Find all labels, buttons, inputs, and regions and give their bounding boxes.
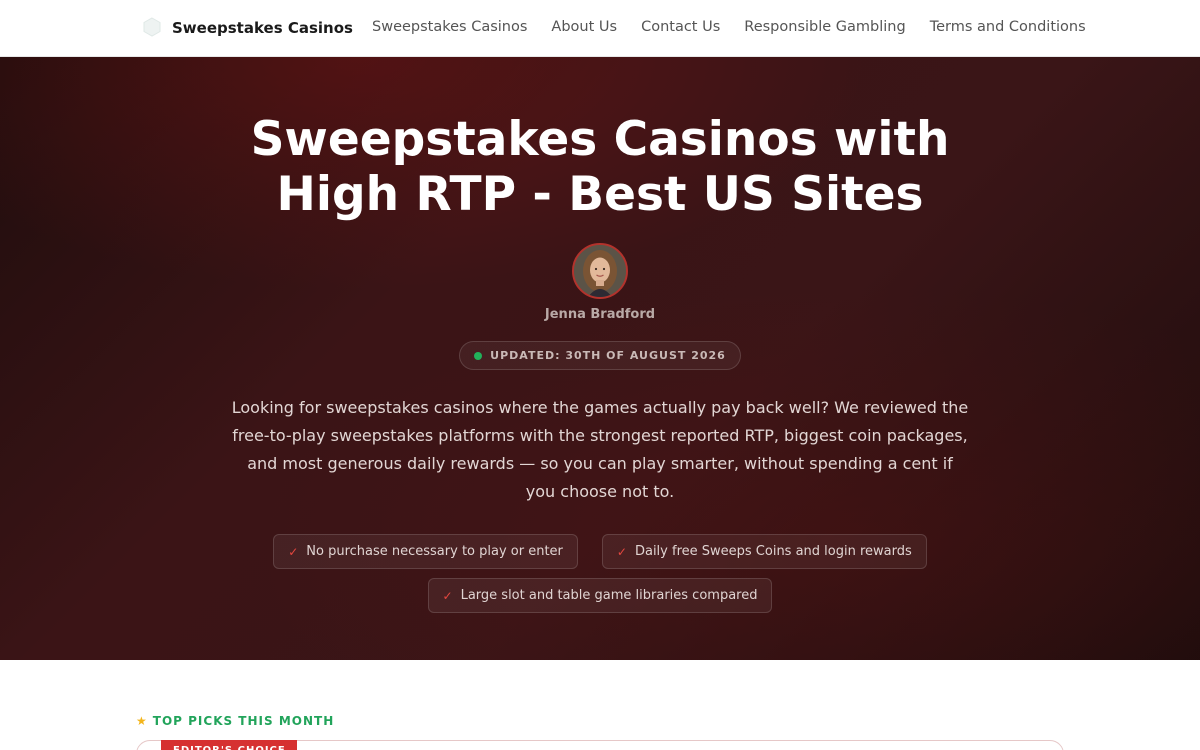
updated-date: UPDATED: 30TH OF AUGUST 2026: [490, 349, 726, 362]
editors-choice-badge: EDITOR'S CHOICE: [161, 740, 297, 750]
top-picks-label: TOP PICKS THIS MONTH: [152, 714, 335, 728]
nav-link-contact-us[interactable]: Contact Us: [641, 19, 720, 35]
status-dot-icon: [474, 351, 483, 360]
nav-link-about-us[interactable]: About Us: [551, 19, 617, 35]
feature-text: Large slot and table game libraries comp…: [460, 588, 758, 603]
brand-name[interactable]: Sweepstakes Casinos: [172, 19, 353, 37]
feature-chip: ✓ Large slot and table game libraries co…: [427, 578, 773, 613]
top-navigation: Sweepstakes Casinos Sweepstakes Casinos …: [0, 0, 1200, 57]
feature-chip: ✓ Daily free Sweeps Coins and login rewa…: [601, 534, 927, 569]
top-picks-heading: ★ TOP PICKS THIS MONTH: [136, 714, 334, 728]
checkmark-icon: ✓: [616, 544, 627, 559]
nav-link-terms-and-conditions[interactable]: Terms and Conditions: [930, 19, 1086, 35]
page-title: Sweepstakes Casinos with High RTP - Best…: [250, 112, 950, 222]
checkmark-icon: ✓: [288, 544, 299, 559]
feature-text: No purchase necessary to play or enter: [306, 544, 563, 559]
nav-links: Sweepstakes Casinos About Us Contact Us …: [372, 19, 1086, 35]
feature-text: Daily free Sweeps Coins and login reward…: [634, 544, 912, 559]
author-name[interactable]: Jenna Bradford: [450, 307, 750, 322]
checkmark-icon: ✓: [442, 588, 453, 603]
nav-link-responsible-gambling[interactable]: Responsible Gambling: [744, 19, 905, 35]
feature-chip: ✓ No purchase necessary to play or enter: [273, 534, 578, 569]
star-icon: ★: [136, 714, 147, 728]
nav-link-sweepstakes-casinos[interactable]: Sweepstakes Casinos: [372, 19, 527, 35]
logo-icon[interactable]: [142, 17, 162, 37]
intro-paragraph: Looking for sweepstakes casinos where th…: [231, 398, 969, 501]
feature-chips-row-1: ✓ No purchase necessary to play or enter…: [0, 534, 1200, 569]
hero-section: Sweepstakes Casinos with High RTP - Best…: [0, 57, 1200, 660]
updated-badge: UPDATED: 30TH OF AUGUST 2026: [459, 341, 741, 370]
author-avatar: [572, 243, 628, 299]
author-portrait-icon: [574, 245, 626, 297]
feature-chips-row-2: ✓ Large slot and table game libraries co…: [0, 578, 1200, 613]
